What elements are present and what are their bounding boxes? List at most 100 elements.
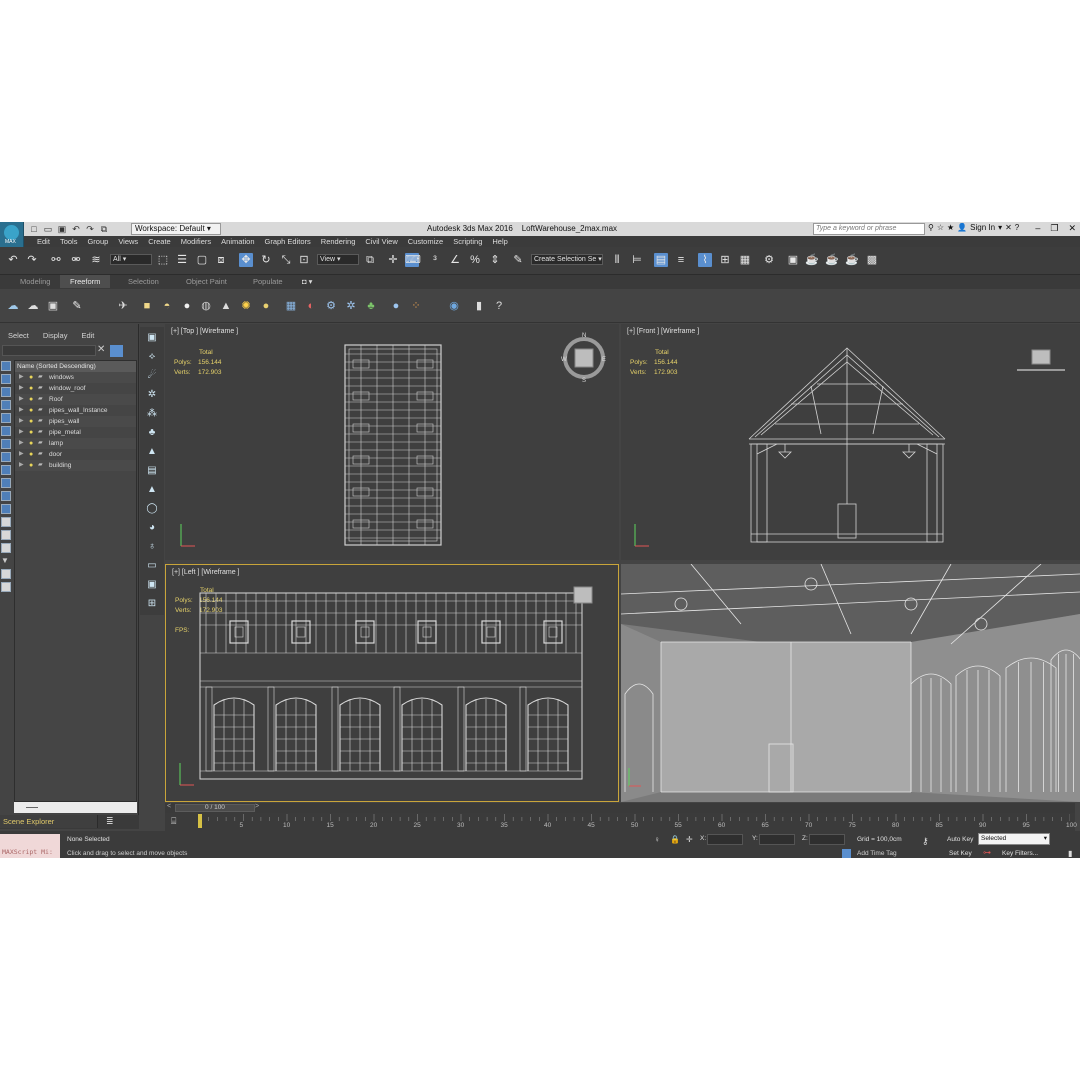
time-tag-icon[interactable] xyxy=(842,849,851,858)
render-setup-icon[interactable]: ⚙ xyxy=(762,253,776,267)
subscription-icon[interactable]: ☆ xyxy=(937,223,944,232)
display-bones-icon[interactable] xyxy=(1,465,11,475)
sun-icon[interactable]: ✺ xyxy=(239,299,253,313)
render-iterative-icon[interactable]: ☕ xyxy=(825,253,839,267)
gear-icon[interactable]: ⚙ xyxy=(324,299,338,313)
scatter-icon[interactable]: ✈ xyxy=(116,299,130,313)
viewport-top[interactable]: [+] [Top ] [Wireframe ] Total Polys: 156.… xyxy=(165,324,619,560)
spinner-snap-icon[interactable]: ⇕ xyxy=(488,253,502,267)
set-key-mode-icon[interactable]: ⊶ xyxy=(983,848,991,857)
window-crossing-icon[interactable]: ⧈ xyxy=(214,253,228,267)
place-icon[interactable]: ⊡ xyxy=(297,253,311,267)
display-containers-icon[interactable] xyxy=(1,478,11,488)
snap-toggle-icon[interactable]: ³ xyxy=(428,253,442,267)
create-dummy-icon[interactable]: ⊞ xyxy=(144,596,160,612)
chevron-down-icon[interactable]: ▾ xyxy=(998,223,1002,232)
display-xrefs-icon[interactable] xyxy=(1,452,11,462)
light-bulb-icon[interactable]: ● xyxy=(29,460,33,471)
expand-arrow-icon[interactable]: ▶ xyxy=(19,383,24,394)
create-walls-icon[interactable]: ▤ xyxy=(144,463,160,479)
ribbon-options-icon[interactable]: ◘ ▾ xyxy=(302,277,312,286)
create-shapes-icon[interactable]: ⟡ xyxy=(144,349,160,365)
viewport-front[interactable]: [+] [Front ] [Wireframe ] Total Polys: 15… xyxy=(621,324,1080,560)
selection-filter-dropdown[interactable]: All ▾ xyxy=(110,254,152,265)
create-lights-icon[interactable]: ☄ xyxy=(144,368,160,384)
layer-icon[interactable]: ▰ xyxy=(38,405,43,416)
key-filters-button[interactable]: Key Filters... xyxy=(1002,850,1038,857)
viewcube[interactable] xyxy=(573,586,593,604)
list-item[interactable]: ▶ ● ▰ pipe_metal xyxy=(15,427,136,438)
link-icon[interactable]: ⚯ xyxy=(49,253,63,267)
layer-icon[interactable]: ▰ xyxy=(38,449,43,460)
paint-objects-icon[interactable]: ✎ xyxy=(70,299,84,313)
create-foliage-icon[interactable]: ▲ xyxy=(144,482,160,498)
explorer-tab-select[interactable]: Select xyxy=(8,331,29,340)
mini-curve-editor-icon[interactable]: ⌸ xyxy=(171,816,176,827)
light-bulb-icon[interactable]: ● xyxy=(29,427,33,438)
key-icon[interactable]: ⚷ xyxy=(922,836,929,847)
list-item[interactable]: ▶ ● ▰ pipes_wall_Instance xyxy=(15,405,136,416)
expand-arrow-icon[interactable]: ▶ xyxy=(19,449,24,460)
percent-snap-icon[interactable]: % xyxy=(468,253,482,267)
undo-icon[interactable]: ↶ xyxy=(6,253,20,267)
display-spacewarps-icon[interactable] xyxy=(1,426,11,436)
redo-icon[interactable]: ↷ xyxy=(84,223,96,235)
expand-arrow-icon[interactable]: ▶ xyxy=(19,372,24,383)
redo-icon[interactable]: ↷ xyxy=(25,253,39,267)
schematic-view-icon[interactable]: ⊞ xyxy=(718,253,732,267)
invert-display-icon[interactable] xyxy=(1,543,11,553)
restore-icon[interactable]: ❐ xyxy=(1050,223,1058,234)
select-move-icon[interactable]: ✥ xyxy=(239,253,253,267)
tab-modeling[interactable]: Modeling xyxy=(20,277,50,286)
create-cameras-icon[interactable]: ✲ xyxy=(144,387,160,403)
plane-icon[interactable]: ▦ xyxy=(284,299,298,313)
menu-create[interactable]: Create xyxy=(143,237,176,246)
tab-freeform[interactable]: Freeform xyxy=(60,275,111,288)
viewport-left[interactable]: [+] [Left ] [Wireframe ] Total Polys: 156… xyxy=(165,564,619,802)
open-file-icon[interactable]: ▭ xyxy=(42,223,54,235)
create-light-bulb-icon[interactable]: ♁ xyxy=(144,539,160,555)
box-primitive-icon[interactable]: ■ xyxy=(140,299,154,313)
angle-snap-icon[interactable]: ∠ xyxy=(448,253,462,267)
create-teapot-icon[interactable]: ◕ xyxy=(144,520,160,536)
paint-deform-icon[interactable]: ☁ xyxy=(6,299,20,313)
help-icon[interactable]: ? xyxy=(1015,223,1019,232)
layer-icon[interactable]: ▰ xyxy=(38,372,43,383)
display-shapes-icon[interactable] xyxy=(1,374,11,384)
menu-modifiers[interactable]: Modifiers xyxy=(176,237,216,246)
menu-views[interactable]: Views xyxy=(113,237,143,246)
cylinder-icon[interactable]: ● xyxy=(259,299,273,313)
x-coord-field[interactable] xyxy=(707,834,743,845)
tab-selection[interactable]: Selection xyxy=(128,277,159,286)
maxscript-listener[interactable]: MAXScript Mi: xyxy=(0,834,60,858)
a360-render-icon[interactable]: ▩ xyxy=(865,253,879,267)
viewcube[interactable] xyxy=(1017,349,1065,371)
menu-group[interactable]: Group xyxy=(82,237,113,246)
torus-icon[interactable]: ◍ xyxy=(199,299,213,313)
light-bulb-icon[interactable]: ● xyxy=(29,383,33,394)
transfer-icon[interactable]: ▮ xyxy=(472,299,486,313)
explorer-scrollbar[interactable] xyxy=(14,802,137,813)
align-icon[interactable]: ⊨ xyxy=(630,253,644,267)
edit-named-selection-icon[interactable]: ✎ xyxy=(511,253,525,267)
layer-icon[interactable]: ▰ xyxy=(38,394,43,405)
isolate-icon[interactable]: ♀ xyxy=(654,835,660,844)
material-sphere-icon[interactable]: ● xyxy=(389,299,403,313)
layer-icon[interactable]: ▰ xyxy=(38,438,43,449)
layer-icon[interactable]: ▰ xyxy=(38,460,43,471)
menu-scripting[interactable]: Scripting xyxy=(448,237,487,246)
capsule-icon[interactable]: ◐ xyxy=(304,299,318,313)
menu-help[interactable]: Help xyxy=(487,237,512,246)
plant-icon[interactable]: ♣ xyxy=(364,299,378,313)
workspace-dropdown[interactable]: Workspace: Default ▾ xyxy=(131,223,221,235)
prev-frame-icon[interactable]: < xyxy=(167,803,171,810)
display-lights-icon[interactable] xyxy=(1,387,11,397)
tab-object-paint[interactable]: Object Paint xyxy=(186,277,227,286)
explorer-column-header[interactable]: Name (Sorted Descending) xyxy=(15,361,136,372)
bind-space-warp-icon[interactable]: ≋ xyxy=(89,253,103,267)
create-systems-icon[interactable]: ▲ xyxy=(144,444,160,460)
light-bulb-icon[interactable]: ● xyxy=(29,438,33,449)
material-editor-icon[interactable]: ▦ xyxy=(738,253,752,267)
layer-icon[interactable]: ▰ xyxy=(38,416,43,427)
select-by-name-icon[interactable]: ☰ xyxy=(175,253,189,267)
